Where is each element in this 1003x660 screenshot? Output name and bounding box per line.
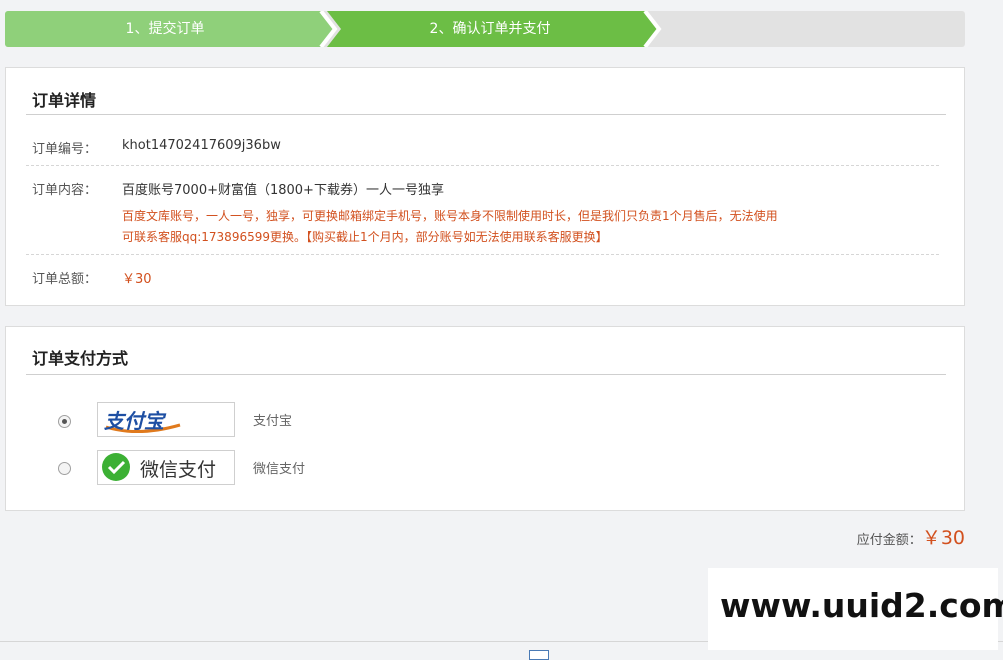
progress-steps: 1、提交订单 2、确认订单并支付 — [5, 11, 965, 47]
order-number-label: 订单编号： — [32, 142, 98, 157]
footer-icon — [529, 650, 549, 660]
wechat-icon — [102, 453, 130, 481]
watermark: www.uuid2.com — [708, 568, 1003, 650]
wechat-pay-logo-text: 微信支付 — [140, 459, 217, 481]
payment-method-panel: 订单支付方式 支付宝 支付宝 微信支付 微信支付 — [5, 326, 965, 511]
wechat-pay-logo[interactable]: 微信支付 — [97, 450, 235, 485]
order-content: 百度账号7000+财富值（1800+下载券）一人一号独享 — [122, 183, 444, 198]
order-number: khot14702417609j36bw — [122, 138, 281, 153]
alipay-radio[interactable] — [58, 415, 71, 428]
wechat-pay-label[interactable]: 微信支付 — [253, 458, 305, 477]
wechat-pay-radio[interactable] — [58, 462, 71, 475]
dashed-divider — [26, 165, 939, 166]
alipay-label[interactable]: 支付宝 — [253, 410, 292, 429]
dashed-divider — [26, 254, 939, 255]
payment-method-title: 订单支付方式 — [32, 349, 129, 368]
step-2-label: 2、确认订单并支付 — [429, 21, 551, 37]
amount-due: 应付金额：￥30 — [857, 523, 965, 550]
order-note-line-2: 可联系客服qq:173896599更换。【购买截止1个月内，部分账号如无法使用联… — [122, 230, 608, 244]
step-1-label: 1、提交订单 — [125, 21, 205, 37]
order-total-label: 订单总额： — [32, 272, 98, 287]
watermark-text: www.uuid2.com — [720, 586, 1003, 625]
divider — [26, 374, 946, 375]
order-details-panel: 订单详情 订单编号： khot14702417609j36bw 订单内容： 百度… — [5, 67, 965, 306]
divider — [26, 114, 946, 115]
order-note-line-1: 百度文库账号，一人一号，独享，可更换邮箱绑定手机号，账号本身不限制使用时长，但是… — [122, 209, 778, 223]
amount-due-value: ￥30 — [921, 527, 965, 549]
amount-due-label: 应付金额： — [856, 533, 922, 548]
order-content-label: 订单内容： — [32, 183, 98, 198]
alipay-logo[interactable]: 支付宝 — [97, 402, 235, 437]
order-total-value: ￥30 — [122, 272, 152, 287]
alipay-logo-text: 支付宝 — [104, 409, 164, 433]
order-details-title: 订单详情 — [32, 91, 97, 110]
